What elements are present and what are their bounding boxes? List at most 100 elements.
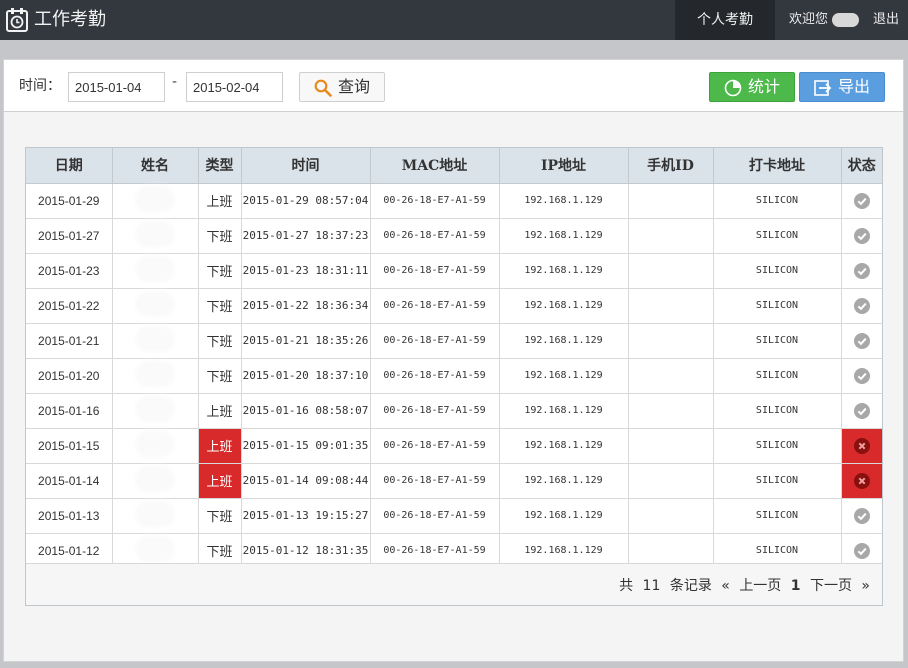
check-circle-icon	[853, 262, 870, 279]
cell-phone-id	[628, 183, 714, 219]
table-row: 2015-01-21 下班 2015-01-21 18:35:26 00-26-18-…	[26, 323, 882, 359]
name-redacted	[140, 506, 170, 522]
cell-time: 2015-01-14 09:08:44	[241, 463, 371, 499]
cell-clock-address: SILICON	[713, 463, 842, 499]
cell-name	[112, 393, 199, 429]
cell-clock-address: SILICON	[713, 218, 842, 254]
cell-date: 2015-01-22	[26, 288, 113, 324]
attendance-table-wrapper: 日期 姓名 类型 时间 MAC地址 IP地址 手机ID 打卡地址 状态 2015-01-29 上班…	[25, 147, 883, 606]
prev-arrow[interactable]: «	[721, 578, 730, 594]
cell-type: 上班	[198, 393, 242, 429]
table-row: 2015-01-22 下班 2015-01-22 18:36:34 00-26-18-…	[26, 288, 882, 324]
query-button[interactable]: 查询	[299, 72, 385, 102]
name-redacted	[140, 331, 170, 347]
cell-date: 2015-01-27	[26, 218, 113, 254]
name-redacted	[140, 366, 170, 382]
check-circle-icon	[853, 402, 870, 419]
cell-type: 下班	[198, 323, 242, 359]
cell-time: 2015-01-20 18:37:10	[241, 358, 371, 394]
export-icon	[814, 80, 832, 96]
next-arrow[interactable]: »	[861, 578, 870, 594]
column-clock-address-header: 打卡地址	[713, 148, 842, 184]
export-button[interactable]: 导出	[799, 72, 885, 102]
cell-type: 下班	[198, 218, 242, 254]
cell-time: 2015-01-27 18:37:23	[241, 218, 371, 254]
cell-ip: 192.168.1.129	[499, 218, 629, 254]
app-title: 工作考勤	[34, 9, 106, 30]
cell-mac: 00-26-18-E7-A1-59	[370, 428, 500, 464]
cell-phone-id	[628, 288, 714, 324]
cell-time: 2015-01-15 09:01:35	[241, 428, 371, 464]
start-date-input[interactable]	[68, 72, 165, 102]
cell-mac: 00-26-18-E7-A1-59	[370, 498, 500, 534]
column-ip-header: IP地址	[499, 148, 629, 184]
cell-clock-address: SILICON	[713, 183, 842, 219]
total-count: 11	[642, 578, 661, 594]
cell-clock-address: SILICON	[713, 498, 842, 534]
prev-page-link[interactable]: 上一页	[739, 578, 781, 594]
cell-time: 2015-01-29 08:57:04	[241, 183, 371, 219]
cell-date: 2015-01-16	[26, 393, 113, 429]
current-page[interactable]: 1	[791, 578, 801, 594]
cell-clock-address: SILICON	[713, 358, 842, 394]
attendance-table: 日期 姓名 类型 时间 MAC地址 IP地址 手机ID 打卡地址 状态 2015-01-29 上班…	[26, 148, 882, 569]
cell-name	[112, 183, 199, 219]
check-circle-icon	[853, 192, 870, 209]
cell-name	[112, 288, 199, 324]
cell-ip: 192.168.1.129	[499, 358, 629, 394]
search-icon	[314, 79, 332, 97]
name-redacted	[140, 541, 170, 557]
cell-status	[841, 463, 882, 499]
cell-status	[841, 428, 882, 464]
next-page-link[interactable]: 下一页	[810, 578, 852, 594]
query-button-label: 查询	[338, 77, 371, 96]
statistics-button[interactable]: 统计	[709, 72, 795, 102]
cell-name	[112, 428, 199, 464]
cell-time: 2015-01-22 18:36:34	[241, 288, 371, 324]
cell-status	[841, 358, 882, 394]
name-redacted	[140, 226, 170, 242]
cell-mac: 00-26-18-E7-A1-59	[370, 358, 500, 394]
cell-name	[112, 498, 199, 534]
cell-name	[112, 218, 199, 254]
cell-name	[112, 253, 199, 289]
top-bar: 工作考勤 个人考勤 欢迎您 退出	[0, 0, 908, 40]
column-phone-id-header: 手机ID	[628, 148, 714, 184]
column-type-header: 类型	[198, 148, 242, 184]
total-prefix: 共	[619, 578, 634, 594]
cell-phone-id	[628, 393, 714, 429]
cell-name	[112, 358, 199, 394]
cell-date: 2015-01-13	[26, 498, 113, 534]
cell-date: 2015-01-21	[26, 323, 113, 359]
cell-phone-id	[628, 498, 714, 534]
cell-clock-address: SILICON	[713, 393, 842, 429]
cell-ip: 192.168.1.129	[499, 253, 629, 289]
column-date-header: 日期	[26, 148, 113, 184]
cell-type: 下班	[198, 253, 242, 289]
pie-chart-icon	[724, 79, 742, 97]
cell-status	[841, 218, 882, 254]
cell-ip: 192.168.1.129	[499, 393, 629, 429]
logout-link[interactable]: 退出	[873, 0, 899, 40]
cell-clock-address: SILICON	[713, 288, 842, 324]
cell-mac: 00-26-18-E7-A1-59	[370, 393, 500, 429]
cell-type: 下班	[198, 288, 242, 324]
date-separator: -	[172, 74, 178, 90]
cell-phone-id	[628, 218, 714, 254]
cell-status	[841, 498, 882, 534]
tab-personal-attendance[interactable]: 个人考勤	[675, 0, 775, 40]
welcome-text: 欢迎您	[789, 12, 829, 27]
cell-date: 2015-01-23	[26, 253, 113, 289]
name-redacted	[140, 436, 170, 452]
table-row: 2015-01-15 上班 2015-01-15 09:01:35 00-26-18-…	[26, 428, 882, 464]
cell-type: 上班	[198, 428, 242, 464]
cell-mac: 00-26-18-E7-A1-59	[370, 323, 500, 359]
cell-phone-id	[628, 323, 714, 359]
cell-status	[841, 393, 882, 429]
table-row: 2015-01-29 上班 2015-01-29 08:57:04 00-26-18-…	[26, 183, 882, 219]
column-time-header: 时间	[241, 148, 371, 184]
total-suffix: 条记录	[669, 578, 712, 594]
end-date-input[interactable]	[186, 72, 283, 102]
cell-status	[841, 183, 882, 219]
table-row: 2015-01-16 上班 2015-01-16 08:58:07 00-26-18-…	[26, 393, 882, 429]
